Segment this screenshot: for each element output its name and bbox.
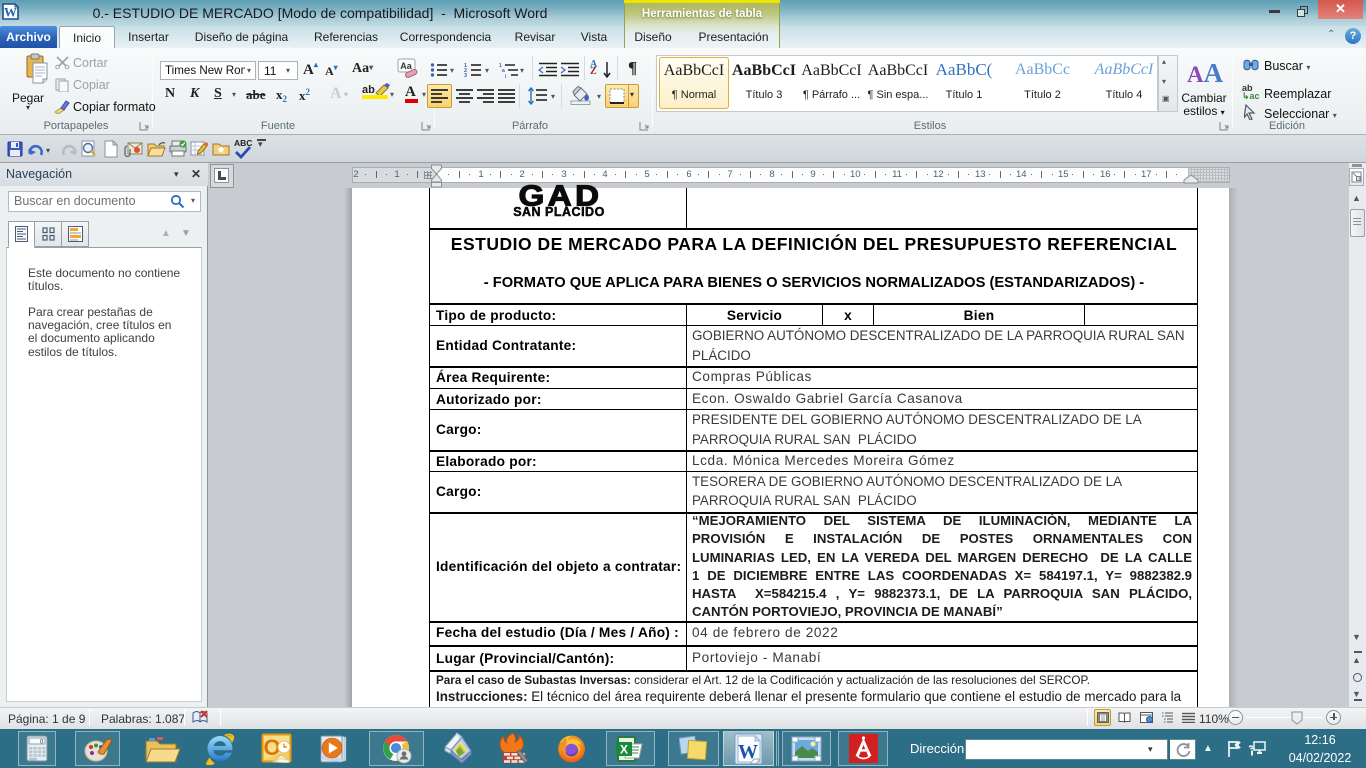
svg-text:i: i bbox=[505, 74, 507, 78]
svg-text:X: X bbox=[620, 743, 628, 757]
svg-text:Aa: Aa bbox=[400, 61, 412, 71]
svg-text:3: 3 bbox=[464, 73, 467, 78]
